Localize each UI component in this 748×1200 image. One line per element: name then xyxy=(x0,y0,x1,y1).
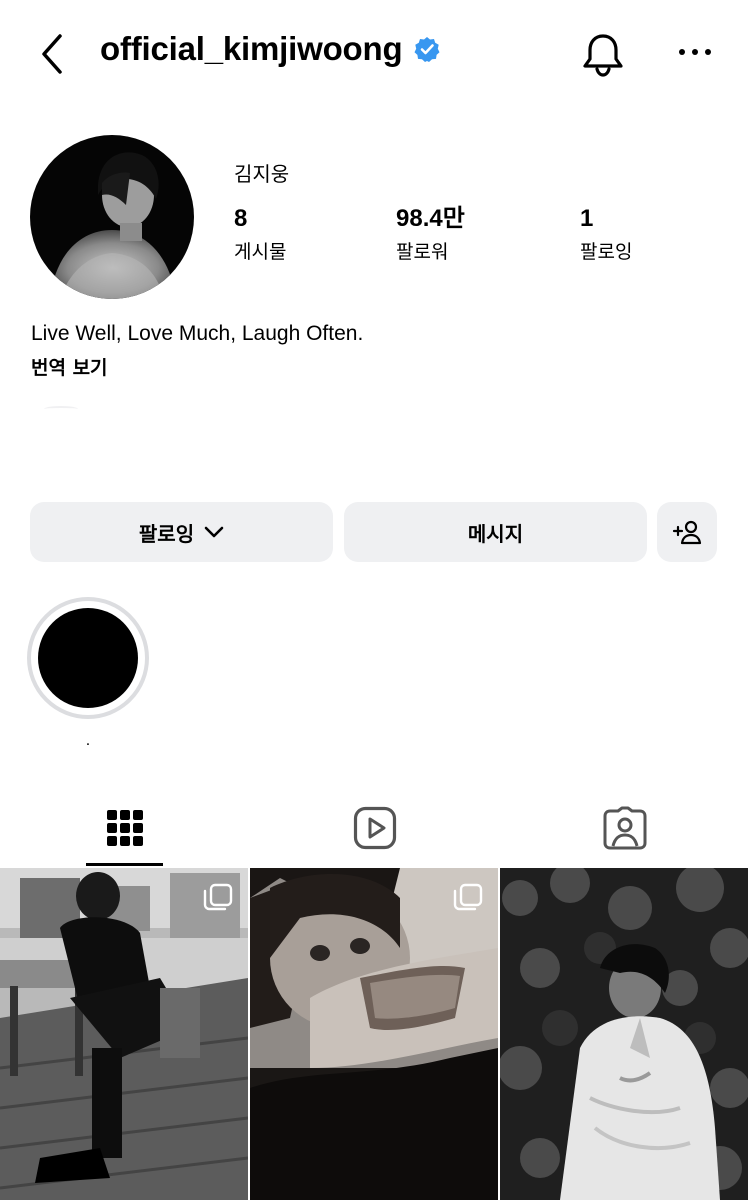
post-thumbnail[interactable] xyxy=(500,868,748,1200)
profile-avatar[interactable] xyxy=(30,135,194,299)
followers-label: 팔로워 xyxy=(396,241,449,263)
post-image xyxy=(0,868,248,1200)
highlight-label: . xyxy=(85,732,91,749)
chevron-down-icon xyxy=(204,526,224,538)
posts-count: 8 xyxy=(234,205,248,232)
tab-posts[interactable] xyxy=(86,790,163,866)
following-button[interactable]: 팔로잉 xyxy=(30,502,333,562)
profile-username: official_kimjiwoong xyxy=(100,30,403,67)
message-button[interactable]: 메시지 xyxy=(344,502,647,562)
tab-reels[interactable] xyxy=(336,790,413,866)
multiple-photos-icon xyxy=(203,883,233,911)
chevron-left-icon xyxy=(42,34,62,74)
followers-count: 98.4만 xyxy=(396,205,465,232)
following-count: 1 xyxy=(580,205,594,232)
verified-badge-icon xyxy=(414,37,440,62)
post-image xyxy=(250,868,498,1200)
story-highlight[interactable] xyxy=(27,597,149,719)
highlight-cover xyxy=(38,608,138,708)
add-user-icon xyxy=(672,520,702,545)
following-label: 팔로잉 xyxy=(580,241,633,263)
multiple-photos-icon xyxy=(453,883,483,911)
grid-icon xyxy=(106,810,143,846)
post-thumbnail[interactable] xyxy=(250,868,498,1200)
active-tab-indicator xyxy=(86,863,163,866)
profile-bio: Live Well, Love Much, Laugh Often. xyxy=(31,322,364,345)
more-horizontal-icon xyxy=(679,49,711,55)
avatar-photo xyxy=(30,135,194,299)
post-thumbnail[interactable] xyxy=(0,868,248,1200)
display-name: 김지웅 xyxy=(234,162,290,186)
reels-icon xyxy=(353,806,396,850)
username-row: official_kimjiwoong xyxy=(100,30,440,68)
posts-grid xyxy=(0,868,748,1200)
post-image xyxy=(500,868,748,1200)
following-button-label: 팔로잉 xyxy=(138,521,195,546)
bell-icon xyxy=(583,34,623,77)
tagged-icon xyxy=(603,806,646,850)
notifications-button[interactable] xyxy=(580,30,626,78)
stat-posts[interactable]: 8 게시물 xyxy=(234,205,286,264)
divider-hint xyxy=(44,406,78,412)
stat-following[interactable]: 1 팔로잉 xyxy=(580,205,632,264)
more-options-button[interactable] xyxy=(676,40,716,64)
profile-header: official_kimjiwoong xyxy=(0,0,748,110)
stat-followers[interactable]: 98.4만 팔로워 xyxy=(396,205,465,264)
tab-tagged[interactable] xyxy=(586,790,663,866)
back-button[interactable] xyxy=(34,30,74,78)
posts-label: 게시물 xyxy=(234,241,287,263)
profile-tabs xyxy=(0,790,748,868)
message-button-label: 메시지 xyxy=(467,521,524,546)
suggested-users-button[interactable] xyxy=(657,502,717,562)
see-translation-link[interactable]: 번역 보기 xyxy=(31,353,108,380)
